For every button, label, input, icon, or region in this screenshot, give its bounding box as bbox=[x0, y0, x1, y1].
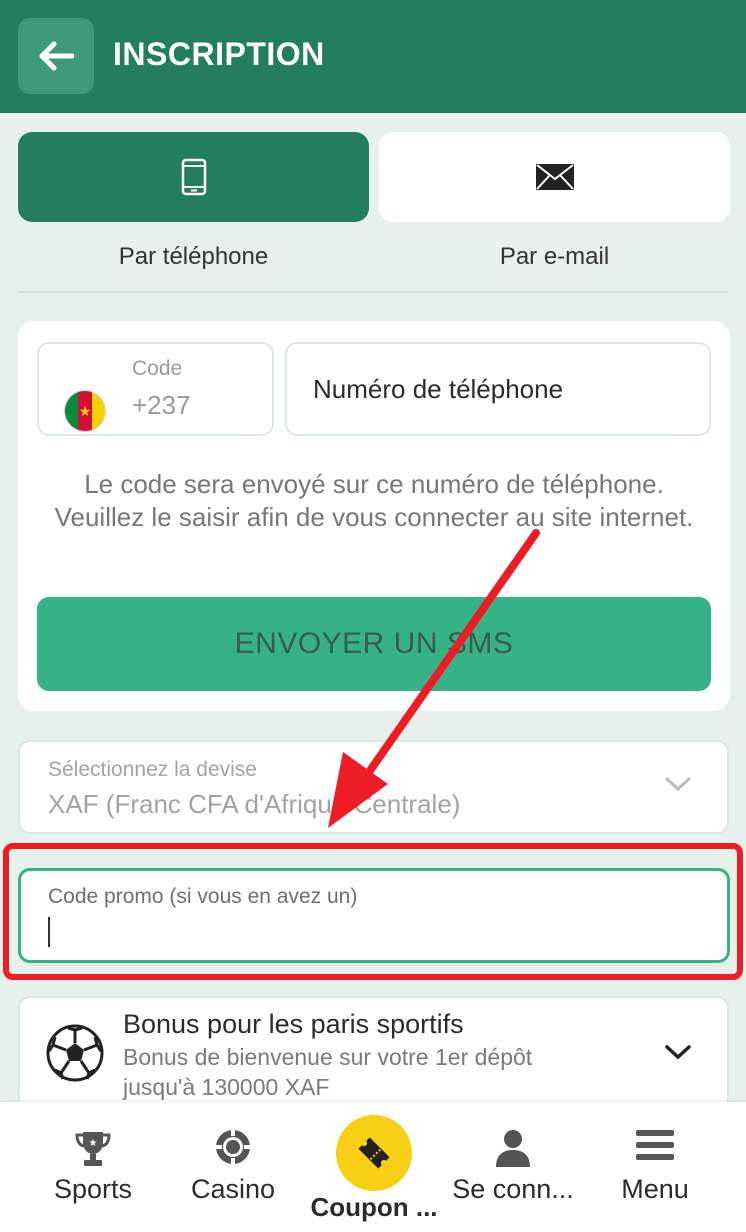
phone-form-card: ★ Code +237 Numéro de téléphone Le code … bbox=[18, 321, 730, 711]
country-code-value: +237 bbox=[132, 390, 191, 420]
arrow-left-icon bbox=[39, 41, 74, 71]
back-button[interactable] bbox=[18, 18, 94, 94]
nav-menu[interactable]: Menu bbox=[580, 1102, 730, 1232]
nav-coupon[interactable] bbox=[336, 1115, 412, 1191]
promo-code-placeholder: Code promo (si vous en avez un) bbox=[48, 885, 358, 908]
nav-coupon-label[interactable]: Coupon ... bbox=[290, 1192, 458, 1223]
sports-bonus-selector[interactable]: Bonus pour les paris sportifs Bonus de b… bbox=[18, 996, 729, 1112]
promo-code-input[interactable]: Code promo (si vous en avez un) bbox=[18, 868, 730, 963]
phone-number-input[interactable]: Numéro de téléphone bbox=[285, 342, 711, 436]
registration-page: INSCRIPTION Par téléphone Par e-mail ★ C… bbox=[0, 0, 746, 1232]
nav-casino[interactable]: Casino bbox=[158, 1102, 308, 1232]
svg-text:★: ★ bbox=[89, 1138, 98, 1149]
currency-value: XAF (Franc CFA d'Afrique Centrale) bbox=[48, 789, 461, 819]
currency-label: Sélectionnez la devise bbox=[48, 758, 257, 781]
bonus-description: Bonus de bienvenue sur votre 1er dépôt j… bbox=[123, 1044, 533, 1100]
country-code-selector[interactable]: ★ Code +237 bbox=[37, 342, 274, 436]
tab-email[interactable] bbox=[379, 132, 730, 222]
nav-menu-label: Menu bbox=[621, 1174, 689, 1204]
casino-chip-icon bbox=[216, 1130, 250, 1164]
app-header: INSCRIPTION bbox=[0, 0, 746, 113]
bonus-title: Bonus pour les paris sportifs bbox=[123, 1009, 464, 1039]
divider bbox=[18, 291, 728, 293]
nav-sports-label: Sports bbox=[53, 1174, 133, 1204]
chevron-down-icon bbox=[665, 777, 691, 792]
nav-login-label: Se conn... bbox=[452, 1174, 574, 1204]
nav-login[interactable]: Se conn... bbox=[438, 1102, 588, 1232]
tab-email-label[interactable]: Par e-mail bbox=[379, 243, 730, 271]
country-code-label: Code bbox=[132, 357, 183, 380]
trophy-icon: ★ bbox=[75, 1132, 111, 1166]
envelope-icon bbox=[535, 164, 574, 190]
nav-sports[interactable]: ★ Sports bbox=[18, 1102, 168, 1232]
page-title: INSCRIPTION bbox=[113, 36, 325, 72]
text-caret bbox=[48, 917, 50, 947]
currency-select[interactable]: Sélectionnez la devise XAF (Franc CFA d'… bbox=[18, 740, 729, 834]
send-sms-button[interactable]: ENVOYER UN SMS bbox=[37, 597, 711, 691]
smartphone-icon bbox=[181, 158, 206, 196]
nav-casino-label: Casino bbox=[190, 1174, 276, 1204]
tab-phone[interactable] bbox=[18, 132, 369, 222]
sms-info-text: Le code sera envoyé sur ce numéro de tél… bbox=[54, 469, 694, 532]
hamburger-icon bbox=[636, 1130, 674, 1160]
tab-phone-label[interactable]: Par téléphone bbox=[18, 243, 369, 271]
chevron-down-icon bbox=[665, 1045, 691, 1060]
ticket-icon bbox=[358, 1137, 390, 1169]
user-icon bbox=[496, 1130, 530, 1167]
soccer-ball-icon bbox=[46, 1024, 104, 1082]
cameroon-flag-icon: ★ bbox=[65, 391, 105, 431]
